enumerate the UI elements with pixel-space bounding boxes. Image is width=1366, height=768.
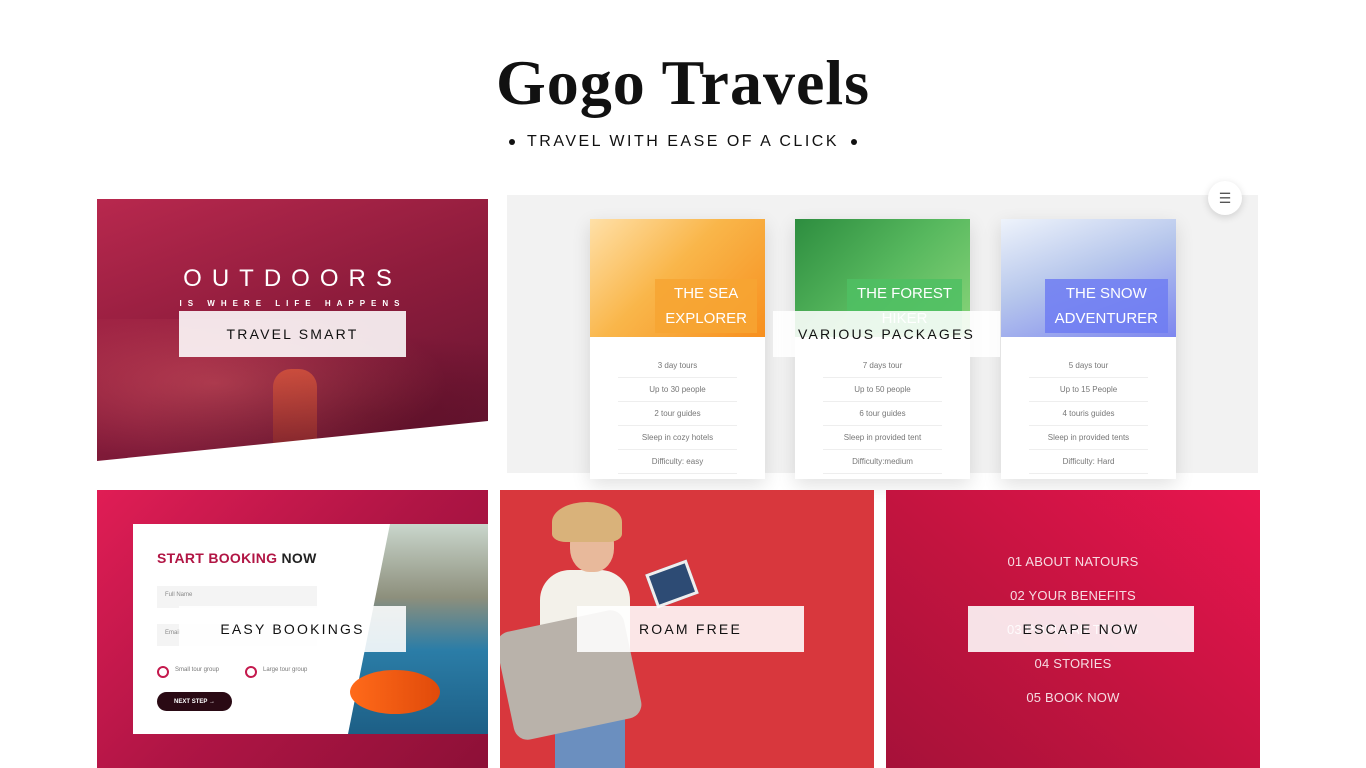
- detail-item: Difficulty: easy: [618, 450, 737, 474]
- package-card-snow[interactable]: THE SNOW ADVENTURER 5 days tour Up to 15…: [1001, 219, 1176, 479]
- bullet-icon: [851, 138, 857, 145]
- nav-item[interactable]: 05 BOOK NOW: [886, 690, 1260, 724]
- detail-item: Sleep in cozy hotels: [618, 426, 737, 450]
- card-tag-line1: THE SEA: [674, 285, 739, 302]
- site-title: Gogo Travels: [495, 47, 871, 118]
- card-tag: THE SEA EXPLORER: [655, 279, 757, 333]
- detail-item: Sleep in provided tents: [1029, 426, 1148, 450]
- tagline-text: TRAVEL WITH EASE OF A CLICK: [527, 133, 839, 150]
- outdoors-subheading: IS WHERE LIFE HAPPENS: [179, 299, 406, 308]
- card-tag-line2: ADVENTURER: [1054, 310, 1158, 327]
- radio-large-label: Large tour group: [263, 667, 308, 673]
- tile-label: TRAVEL SMART: [179, 311, 406, 357]
- tile-easy-bookings[interactable]: START BOOKING NOW Full Name Email Small …: [97, 490, 488, 768]
- nav-item[interactable]: 04 STORIES: [886, 656, 1260, 690]
- passport-image: [645, 559, 699, 609]
- detail-item: 3 day tours: [618, 354, 737, 378]
- tile-travel-smart[interactable]: OUTDOORS IS WHERE LIFE HAPPENS TRAVEL SM…: [97, 199, 488, 473]
- detail-item: Up to 15 People: [1029, 378, 1148, 402]
- detail-item: 5 days tour: [1029, 354, 1148, 378]
- outdoors-heading: OUTDOORS: [183, 265, 402, 292]
- radio-small-label: Small tour group: [175, 667, 220, 673]
- tile-roam-free[interactable]: ROAM FREE: [500, 490, 874, 768]
- detail-item: 7 days tour: [823, 354, 942, 378]
- booking-title: START BOOKING NOW: [157, 550, 317, 566]
- straw-hat: [552, 502, 622, 542]
- menu-icon[interactable]: ☰: [1208, 181, 1242, 215]
- detail-item: Sleep in provided tent: [823, 426, 942, 450]
- next-step-button[interactable]: NEXT STEP →: [157, 692, 232, 711]
- detail-item: Difficulty: Hard: [1029, 450, 1148, 474]
- radio-large-group[interactable]: [245, 666, 257, 678]
- tile-label: VARIOUS PACKAGES: [773, 311, 1000, 357]
- detail-item: Up to 30 people: [618, 378, 737, 402]
- package-card-sea[interactable]: THE SEA EXPLORER 3 day tours Up to 30 pe…: [590, 219, 765, 479]
- detail-item: 2 tour guides: [618, 402, 737, 426]
- card-details: 7 days tour Up to 50 people 6 tour guide…: [795, 354, 970, 474]
- kayak-image: [350, 670, 440, 714]
- tile-escape-now[interactable]: 01 ABOUT NATOURS 02 YOUR BENEFITS 03 POP…: [886, 490, 1260, 768]
- card-tag-line1: THE FOREST: [856, 285, 952, 302]
- tile-label: ROAM FREE: [577, 606, 804, 652]
- card-details: 3 day tours Up to 30 people 2 tour guide…: [590, 354, 765, 474]
- detail-item: Difficulty:medium: [823, 450, 942, 474]
- radio-small-group[interactable]: [157, 666, 169, 678]
- tile-label: EASY BOOKINGS: [179, 606, 406, 652]
- card-tag-line2: EXPLORER: [665, 310, 747, 327]
- detail-item: 6 tour guides: [823, 402, 942, 426]
- card-details: 5 days tour Up to 15 People 4 touris gui…: [1001, 354, 1176, 474]
- detail-item: 4 touris guides: [1029, 402, 1148, 426]
- full-name-field[interactable]: Full Name: [157, 586, 317, 608]
- card-tag-line1: THE SNOW: [1065, 285, 1147, 302]
- tile-various-packages[interactable]: ☰ THE SEA EXPLORER 3 day tours Up to 30 …: [507, 181, 1258, 479]
- bullet-icon: [509, 138, 515, 145]
- card-tag: THE SNOW ADVENTURER: [1044, 279, 1168, 333]
- nav-item[interactable]: 01 ABOUT NATOURS: [886, 554, 1260, 588]
- tile-label: ESCAPE NOW: [968, 606, 1194, 652]
- detail-item: Up to 50 people: [823, 378, 942, 402]
- tagline: TRAVEL WITH EASE OF A CLICK: [0, 133, 1366, 151]
